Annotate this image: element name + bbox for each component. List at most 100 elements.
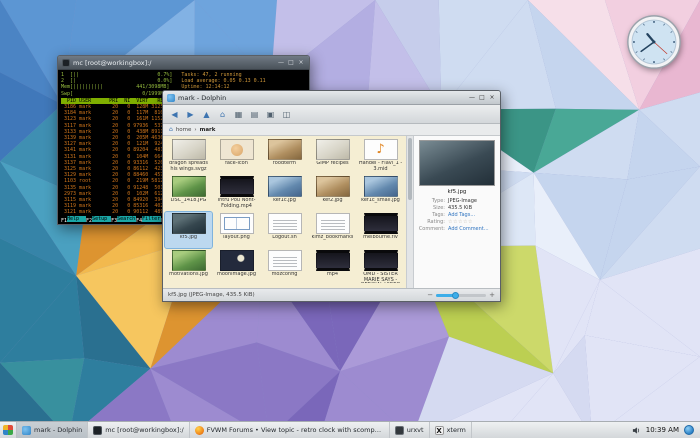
taskbar-item-label: mc [root@workingbox]:/	[105, 426, 184, 434]
zoom-out-icon[interactable]: −	[427, 291, 433, 299]
breadcrumb-root[interactable]: home	[176, 127, 192, 133]
fkey-label[interactable]: Search	[117, 215, 137, 222]
file-thumbnail	[267, 139, 302, 160]
meta-label: Tags:	[432, 212, 445, 218]
terminal-titlebar[interactable]: mc [root@workingbox]:/ — □ ×	[58, 56, 309, 70]
home-icon[interactable]: ⌂	[216, 108, 229, 121]
file-label: OMD - SISTER MARIE SAYS - OFFICIAL VIDEO	[361, 272, 401, 283]
dolphin-window[interactable]: mark - Dolphin — □ × ◀ ▶ ▲ ⌂ ▦ ▤ ▣ ◫ ⌂ home › m…	[162, 90, 501, 302]
file-item[interactable]: face-icon	[213, 138, 260, 174]
file-grid[interactable]: dragon spreads his wings.svgz face-icon fo…	[163, 136, 406, 288]
file-item[interactable]: Logout.sh	[261, 212, 308, 248]
minimize-icon[interactable]: —	[468, 93, 476, 102]
file-item[interactable]: mozconfig	[261, 249, 308, 285]
file-item[interactable]: Intru Pou Nont-Folding.mp4	[213, 175, 260, 211]
file-item[interactable]: GIMP recipes	[309, 138, 356, 174]
file-item[interactable]: motivations.jpg	[165, 249, 212, 285]
file-thumbnail	[171, 176, 206, 197]
file-item[interactable]: kef1c.jpg	[261, 175, 308, 211]
minimize-icon[interactable]: —	[277, 58, 285, 67]
file-item[interactable]: dragon spreads his wings.svgz	[165, 138, 212, 174]
meta-link[interactable]: Add Comment...	[448, 226, 497, 232]
status-text: kf5.jpg (JPEG-Image, 435.5 KiB)	[168, 292, 255, 298]
breadcrumb: ⌂ home › mark	[163, 124, 500, 136]
dolphin-window-icon	[167, 93, 175, 102]
split-view-icon[interactable]: ◫	[280, 108, 293, 121]
clock-face	[627, 15, 681, 69]
file-item[interactable]: kf5.jpg	[164, 211, 213, 249]
folder-icon: ⌂	[169, 126, 173, 133]
file-label: kf5.jpg	[179, 235, 198, 240]
file-label: mozconfig	[271, 272, 298, 277]
file-thumbnail	[363, 176, 398, 197]
breadcrumb-current[interactable]: mark	[200, 127, 216, 133]
details-view-icon[interactable]: ▤	[248, 108, 261, 121]
zoom-slider-handle[interactable]	[452, 291, 460, 299]
terminal-icon	[93, 425, 103, 435]
taskbar-item[interactable]: urxvt	[390, 422, 430, 438]
preview-image	[419, 140, 495, 186]
file-label: kef1c.jpg	[273, 198, 296, 203]
up-icon[interactable]: ▲	[200, 108, 213, 121]
file-item[interactable]: klmz_bookmarks	[309, 212, 356, 248]
file-item[interactable]: OMD - SISTER MARIE SAYS - OFFICIAL VIDEO	[357, 249, 404, 285]
scrollbar[interactable]	[406, 136, 413, 288]
file-item[interactable]: kef1c_small.jpg	[357, 175, 404, 211]
file-thumbnail	[171, 213, 206, 234]
analog-clock-widget	[626, 14, 682, 70]
terminal-title: mc [root@workingbox]:/	[73, 58, 152, 67]
file-item[interactable]: kef2.jpg	[309, 175, 356, 211]
close-icon[interactable]: ×	[297, 58, 305, 67]
file-thumbnail	[315, 213, 350, 234]
fkey-label[interactable]: Help	[67, 215, 87, 222]
file-thumbnail	[171, 139, 206, 160]
file-item[interactable]: DSC_1418.JPG	[165, 175, 212, 211]
file-label: kef2.jpg	[322, 198, 343, 203]
file-item[interactable]: Handel - Flavi_1 - 3.mid	[357, 138, 404, 174]
maximize-icon[interactable]: □	[478, 93, 486, 102]
taskbar-item[interactable]: FVWM Forums • View topic - retro clock w…	[190, 422, 390, 438]
launcher-button[interactable]	[0, 422, 17, 438]
forward-icon[interactable]: ▶	[184, 108, 197, 121]
file-thumbnail	[267, 250, 302, 271]
file-item[interactable]: foodterm	[261, 138, 308, 174]
close-icon[interactable]: ×	[488, 93, 496, 102]
icons-view-icon[interactable]: ▦	[232, 108, 245, 121]
file-item[interactable]: moonimage.jpg	[213, 249, 260, 285]
fkey-label[interactable]: Filter	[142, 215, 162, 222]
file-thumbnail	[219, 250, 254, 271]
file-thumbnail	[363, 250, 398, 271]
tray-icon[interactable]	[684, 425, 694, 435]
taskbar-item[interactable]: Xxterm	[430, 422, 472, 438]
file-label: face-icon	[225, 161, 248, 166]
taskbar-item-label: mark - Dolphin	[34, 426, 83, 434]
file-thumbnail	[171, 250, 206, 271]
dolphin-titlebar[interactable]: mark - Dolphin — □ ×	[163, 91, 500, 105]
file-item[interactable]: melbourne.flv	[357, 212, 404, 248]
maximize-icon[interactable]: □	[287, 58, 295, 67]
zoom-in-icon[interactable]: +	[489, 291, 495, 299]
taskbar-item[interactable]: mark - Dolphin	[17, 422, 89, 438]
zoom-slider[interactable]	[436, 291, 487, 299]
scrollbar-thumb[interactable]	[408, 138, 412, 200]
file-item[interactable]: layout.png	[213, 212, 260, 248]
rating-stars: ☆☆☆☆☆	[448, 219, 473, 225]
fkey-label[interactable]: Setup	[92, 215, 112, 222]
app-launcher-icon	[3, 425, 13, 435]
file-thumbnail	[219, 213, 254, 234]
back-icon[interactable]: ◀	[168, 108, 181, 121]
taskbar: mark - Dolphin mc [root@workingbox]:/ FVWM…	[0, 421, 700, 438]
preview-toggle-icon[interactable]: ▣	[264, 108, 277, 121]
file-label: melbourne.flv	[363, 235, 398, 240]
taskbar-clock[interactable]: 10:39 AM	[646, 426, 679, 434]
breadcrumb-separator-icon: ›	[194, 126, 197, 133]
meta-link[interactable]: Add Tags...	[448, 212, 497, 218]
file-label: moonimage.jpg	[216, 272, 257, 277]
file-item[interactable]: mp4	[309, 249, 356, 285]
file-thumbnail	[267, 176, 302, 197]
taskbar-window-list: mark - Dolphin mc [root@workingbox]:/ FVWM…	[17, 422, 626, 438]
terminal-cpu-mem-meters: 1 [|| 0.7%] 2 [| 0.0%] Mem[|||||||||| 44…	[61, 72, 173, 97]
meta-label: Size:	[433, 205, 445, 211]
taskbar-item[interactable]: mc [root@workingbox]:/	[88, 422, 190, 438]
volume-icon[interactable]	[632, 426, 641, 435]
